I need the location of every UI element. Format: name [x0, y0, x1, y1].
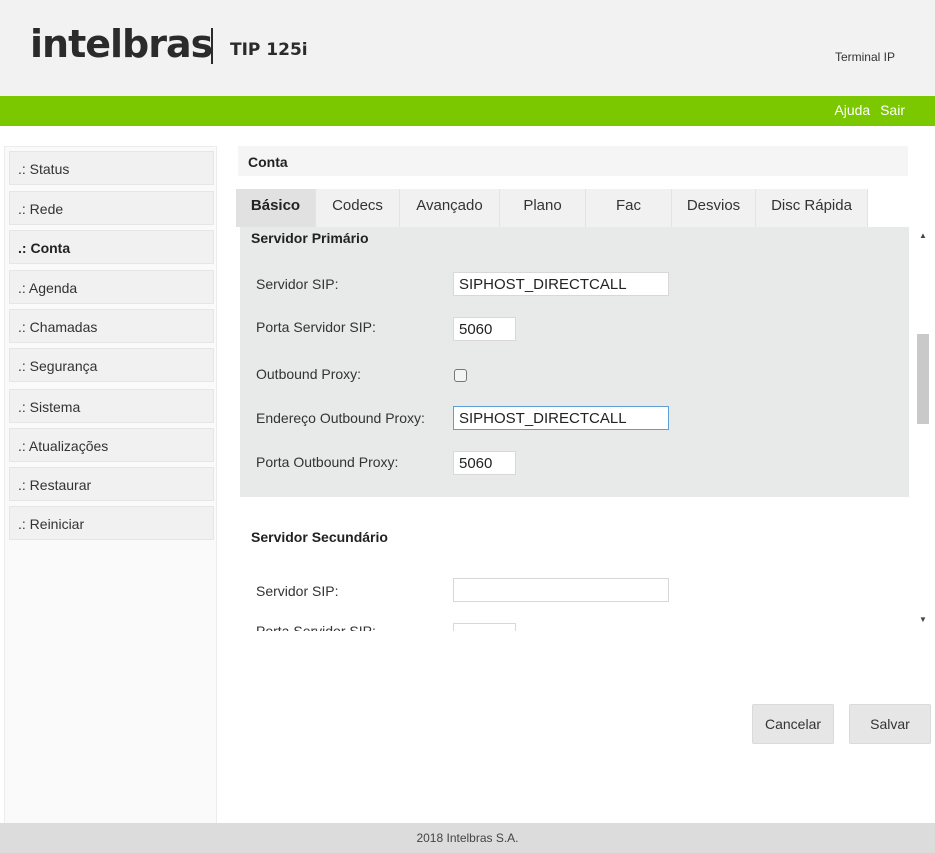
scroll-thumb[interactable]: [917, 334, 929, 424]
tab-desvios[interactable]: Desvios: [672, 189, 756, 227]
secondary-sip-port-input[interactable]: [453, 623, 516, 631]
top-links: Ajuda Sair: [828, 102, 905, 118]
secondary-sip-port-label: Porta Servidor SIP:: [256, 623, 376, 631]
sidebar-item-conta[interactable]: .: Conta: [9, 230, 214, 264]
cancel-button[interactable]: Cancelar: [752, 704, 834, 744]
page-title-bar: [238, 146, 908, 176]
top-bar: [0, 96, 935, 126]
outbound-address-label: Endereço Outbound Proxy:: [256, 410, 425, 426]
sidebar-item-reiniciar[interactable]: .: Reiniciar: [9, 506, 214, 540]
tab-basico[interactable]: Básico: [236, 189, 316, 227]
sidebar-item-agenda[interactable]: .: Agenda: [9, 270, 214, 304]
primary-sip-port-label: Porta Servidor SIP:: [256, 319, 376, 335]
tab-avancado[interactable]: Avançado: [400, 189, 500, 227]
secondary-server-title: Servidor Secundário: [251, 529, 388, 545]
sidebar-item-rede[interactable]: .: Rede: [9, 191, 214, 225]
scroll-down-icon[interactable]: ▼: [916, 615, 930, 624]
sidebar: .: Status .: Rede .: Conta .: Agenda .: …: [4, 146, 217, 824]
sidebar-item-status[interactable]: .: Status: [9, 151, 214, 185]
primary-server-title: Servidor Primário: [251, 230, 369, 246]
model-name: TIP 125i: [230, 40, 308, 60]
outbound-port-label: Porta Outbound Proxy:: [256, 454, 399, 470]
help-link[interactable]: Ajuda: [834, 102, 870, 118]
sidebar-item-seguranca[interactable]: .: Segurança: [9, 348, 214, 382]
scroll-up-icon[interactable]: ▲: [916, 231, 930, 240]
copyright: 2018 Intelbras S.A.: [416, 831, 519, 845]
tab-plano[interactable]: Plano: [500, 189, 586, 227]
header: intelbras TIP 125i Terminal IP: [0, 0, 935, 96]
secondary-sip-server-label: Servidor SIP:: [256, 583, 339, 599]
outbound-port-input[interactable]: [453, 451, 516, 475]
outbound-proxy-label: Outbound Proxy:: [256, 366, 362, 382]
tab-disc-rapida[interactable]: Disc Rápida: [756, 189, 868, 227]
logout-link[interactable]: Sair: [880, 102, 905, 118]
primary-sip-port-input[interactable]: [453, 317, 516, 341]
primary-sip-server-label: Servidor SIP:: [256, 276, 339, 292]
sidebar-item-restaurar[interactable]: .: Restaurar: [9, 467, 214, 501]
outbound-address-input[interactable]: [453, 406, 669, 430]
tab-codecs[interactable]: Codecs: [316, 189, 400, 227]
page-title: Conta: [248, 154, 288, 170]
sidebar-item-chamadas[interactable]: .: Chamadas: [9, 309, 214, 343]
save-button[interactable]: Salvar: [849, 704, 931, 744]
product-type: Terminal IP: [834, 50, 895, 64]
sidebar-item-sistema[interactable]: .: Sistema: [9, 389, 214, 423]
primary-sip-server-input[interactable]: [453, 272, 669, 296]
form-scrollbar[interactable]: ▲ ▼: [916, 227, 930, 631]
form-scroll-area[interactable]: Servidor Primário Servidor SIP: Porta Se…: [240, 227, 935, 631]
brand-logo: intelbras: [30, 22, 213, 66]
secondary-sip-server-input[interactable]: [453, 578, 669, 602]
tab-bar: Básico Codecs Avançado Plano Fac Desvios…: [236, 189, 876, 227]
logo-divider: [211, 28, 213, 64]
outbound-proxy-checkbox[interactable]: [454, 369, 467, 382]
sidebar-item-atualizacoes[interactable]: .: Atualizações: [9, 428, 214, 462]
footer: 2018 Intelbras S.A.: [0, 823, 935, 853]
tab-fac[interactable]: Fac: [586, 189, 672, 227]
